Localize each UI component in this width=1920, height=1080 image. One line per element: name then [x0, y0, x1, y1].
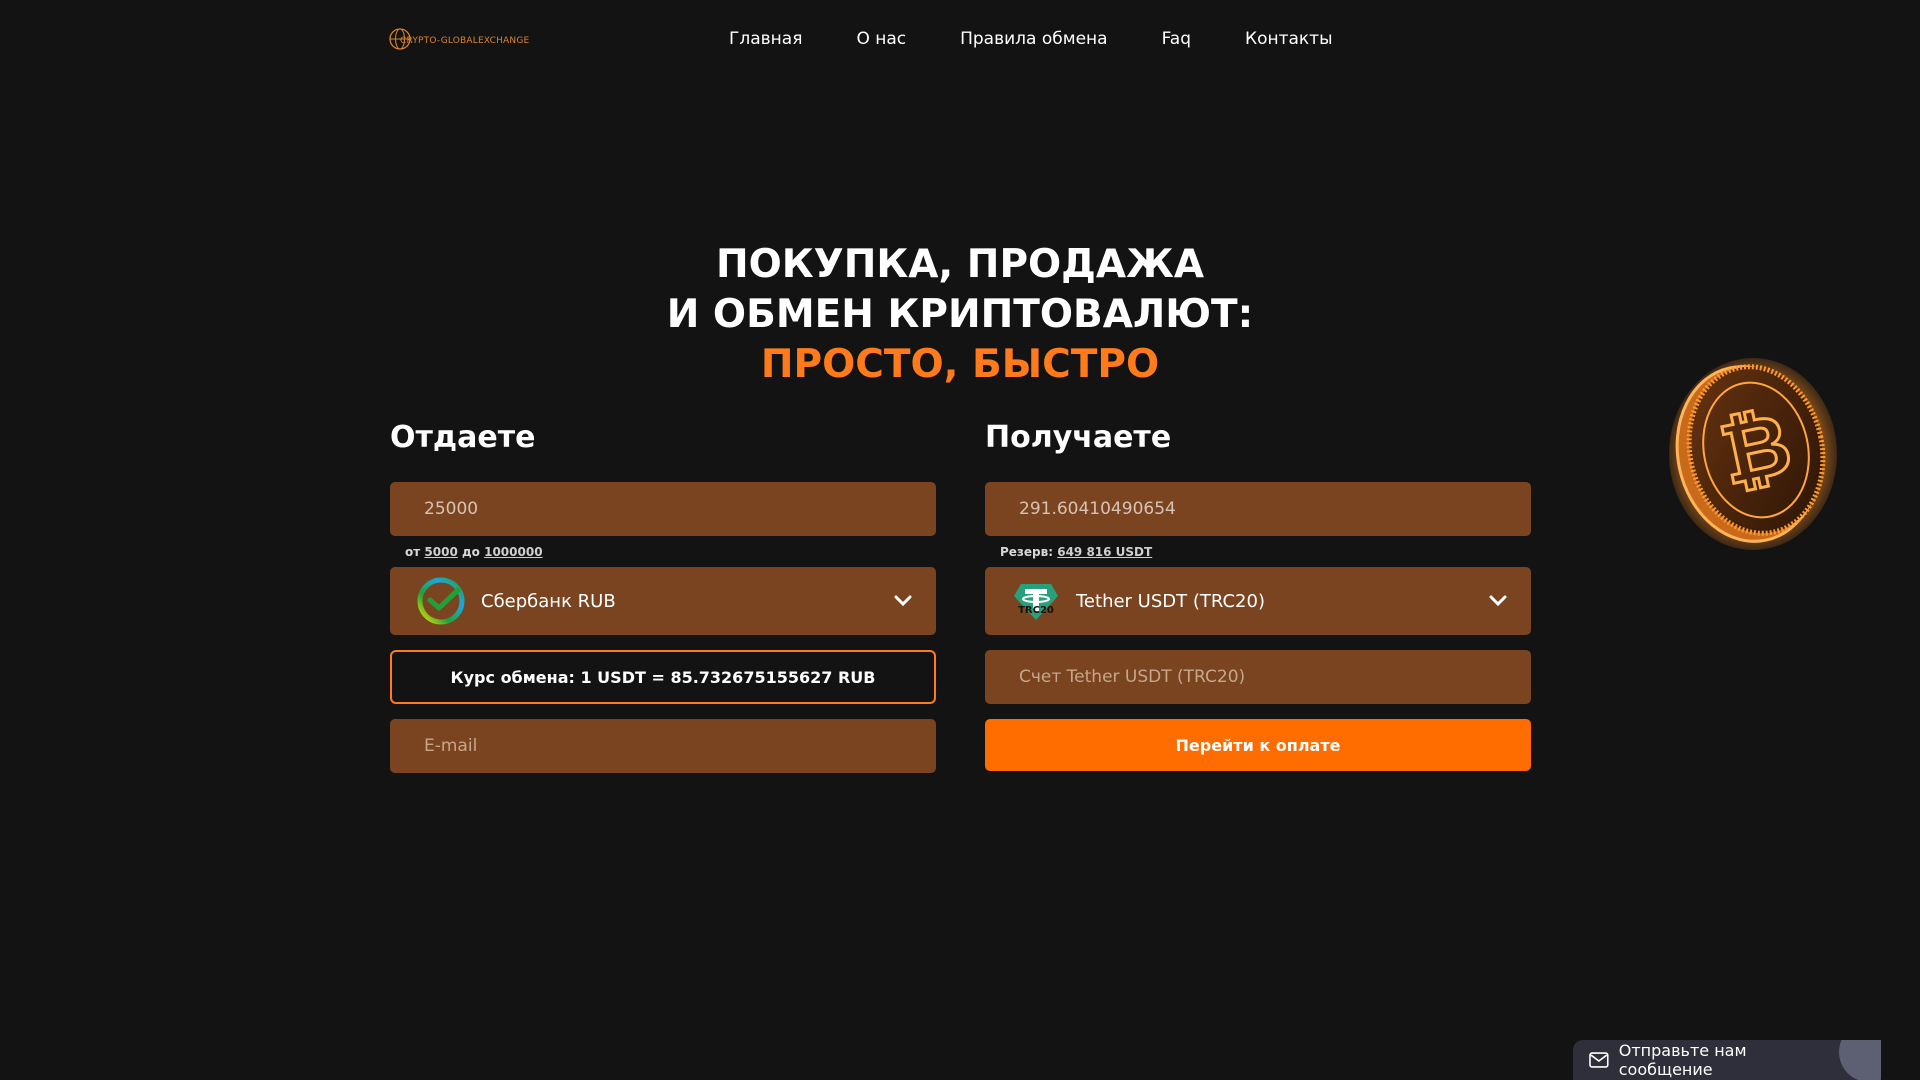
chat-label: Отправьте нам сообщение	[1618, 1041, 1747, 1079]
give-title: Отдаете	[390, 420, 536, 455]
receive-currency-select[interactable]: TRC20 Tether USDT (TRC20)	[985, 567, 1531, 635]
receive-amount-input[interactable]	[985, 482, 1531, 536]
reserve-value[interactable]: 649 816 USDT	[1057, 545, 1152, 559]
main-nav: Главная О нас Правила обмена Faq Контакт…	[729, 29, 1333, 49]
chevron-down-icon	[894, 595, 912, 607]
hero-line-1: ПОКУПКА, ПРОДАЖА	[715, 242, 1205, 287]
give-limits: от 5000 до 1000000	[405, 545, 543, 559]
exchange-rate: Курс обмена: 1 USDT = 85.732675155627 RU…	[390, 650, 936, 704]
hero-line-3: ПРОСТО, БЫСТРО	[760, 342, 1160, 387]
receive-column: Получаете Резерв: 649 816 USDT TRC20 Tet…	[985, 420, 1531, 771]
nav-rules[interactable]: Правила обмена	[960, 29, 1107, 49]
logo[interactable]: CRYPTO-GLOBALEXCHANGE	[388, 24, 529, 54]
give-currency-label: Сбербанк RUB	[481, 590, 616, 612]
envelope-icon	[1589, 1052, 1609, 1068]
chat-corner-decoration	[1839, 1040, 1881, 1080]
email-field[interactable]	[390, 719, 936, 773]
page: CRYPTO-GLOBALEXCHANGE Главная О нас Прав…	[0, 0, 1920, 1080]
nav-contacts[interactable]: Контакты	[1245, 29, 1333, 49]
nav-home[interactable]: Главная	[729, 29, 802, 49]
sberbank-icon	[417, 577, 465, 625]
svg-text:TRC20: TRC20	[1018, 605, 1054, 616]
give-limit-max[interactable]: 1000000	[484, 545, 542, 559]
give-limit-min[interactable]: 5000	[424, 545, 457, 559]
nav-about[interactable]: О нас	[856, 29, 906, 49]
bitcoin-coin-icon: ₿	[1669, 358, 1837, 550]
receive-currency-label: Tether USDT (TRC20)	[1076, 590, 1265, 612]
give-column: Отдаете от 5000 до 1000000	[390, 420, 936, 773]
wallet-address-field[interactable]	[985, 650, 1531, 704]
receive-title: Получаете	[985, 420, 1172, 455]
logo-text: CRYPTO-GLOBALEXCHANGE	[400, 36, 530, 46]
give-currency-select[interactable]: Сбербанк RUB	[390, 567, 936, 635]
hero-line-2: И ОБМЕН КРИПТОВАЛЮТ:	[666, 292, 1254, 337]
tether-icon: TRC20	[1014, 584, 1058, 620]
hero-heading: ПОКУПКА, ПРОДАЖА И ОБМЕН КРИПТОВАЛЮТ: ПР…	[0, 240, 1920, 390]
chat-widget[interactable]: Отправьте нам сообщение jivo	[1573, 1040, 1881, 1080]
give-amount-input[interactable]	[390, 482, 936, 536]
receive-reserve: Резерв: 649 816 USDT	[1000, 545, 1153, 559]
nav-faq[interactable]: Faq	[1162, 29, 1191, 49]
chevron-down-icon	[1489, 595, 1507, 607]
proceed-to-payment-button[interactable]: Перейти к оплате	[985, 719, 1531, 771]
